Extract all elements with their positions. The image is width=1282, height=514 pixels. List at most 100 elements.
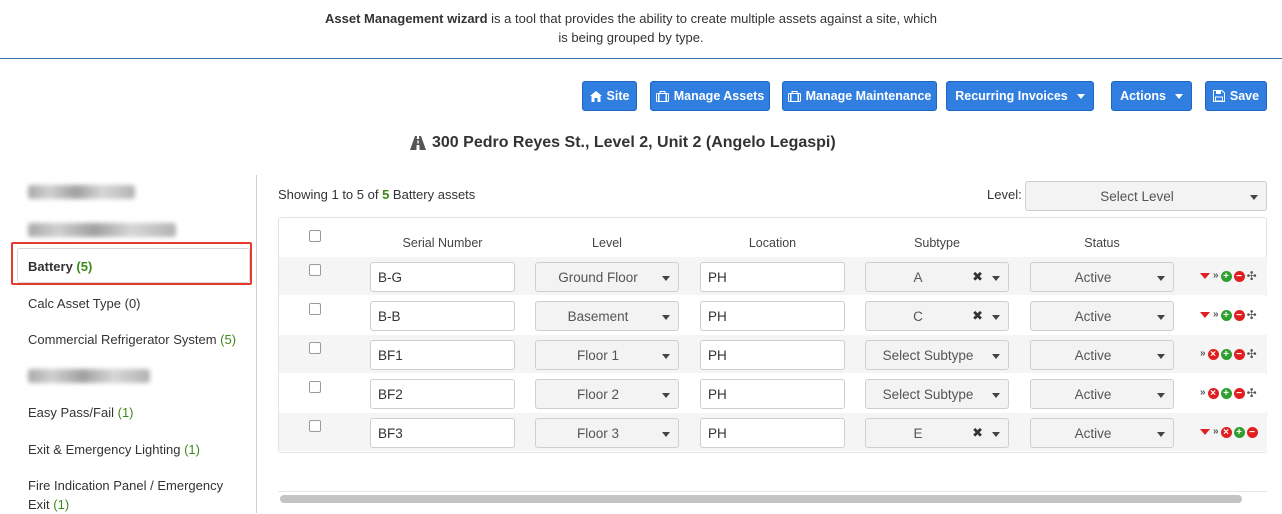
status-select[interactable]: Active [1030, 418, 1174, 448]
row-checkbox[interactable] [309, 342, 321, 354]
header-location: Location [748, 236, 797, 250]
sidebar-item-label: Commercial Refrigerator System [28, 332, 217, 347]
location-input[interactable]: PH [700, 379, 845, 409]
caret-down-icon [662, 315, 670, 320]
actions-dropdown[interactable]: Actions [1111, 81, 1192, 111]
subtype-select[interactable]: C ✖ [865, 301, 1009, 331]
clear-icon[interactable]: ✖ [972, 425, 983, 441]
sidebar-item-label: Fire Indication Panel / Emergency [28, 478, 224, 493]
recurring-invoices-dropdown[interactable]: Recurring Invoices [946, 81, 1094, 111]
level-select[interactable]: Basement [535, 301, 679, 331]
status-value: Active [1074, 425, 1112, 441]
move-down-icon[interactable] [1200, 273, 1210, 279]
caret-down-icon [1174, 93, 1183, 99]
row-checkbox[interactable] [309, 264, 321, 276]
horizontal-scrollbar-thumb[interactable] [280, 495, 1242, 503]
location-input[interactable]: PH [700, 301, 845, 331]
caret-down-icon [1157, 276, 1165, 281]
location-input[interactable]: PH [700, 418, 845, 448]
serial-number-input[interactable]: BF2 [370, 379, 515, 409]
subtype-select[interactable]: A ✖ [865, 262, 1009, 292]
double-chevron-down-icon[interactable]: » [1213, 427, 1219, 437]
subtype-value: A [913, 269, 923, 285]
site-button[interactable]: Site [582, 81, 637, 111]
location-input[interactable]: PH [700, 262, 845, 292]
double-chevron-down-icon[interactable]: » [1200, 349, 1206, 359]
select-all-checkbox[interactable] [309, 230, 321, 242]
drag-handle-icon[interactable]: ✣ [1247, 387, 1257, 399]
sidebar-item-easy-pass-fail[interactable]: Easy Pass/Fail (1) [28, 403, 134, 422]
level-select[interactable]: Floor 1 [535, 340, 679, 370]
row-checkbox[interactable] [309, 303, 321, 315]
remove-icon[interactable]: − [1246, 426, 1258, 438]
sidebar-item-calc-asset-type[interactable]: Calc Asset Type (0) [28, 294, 141, 313]
caret-down-icon [662, 276, 670, 281]
level-select[interactable]: Floor 3 [535, 418, 679, 448]
intro-line1: is a tool that provides the ability to c… [487, 11, 937, 26]
location-input[interactable]: PH [700, 340, 845, 370]
clear-icon[interactable]: ✖ [972, 269, 983, 285]
manage-assets-button[interactable]: Manage Assets [650, 81, 770, 111]
remove-icon[interactable]: − [1233, 387, 1245, 399]
drag-handle-icon[interactable]: ✣ [1247, 309, 1257, 321]
sidebar-item-commercial-refrigerator[interactable]: Commercial Refrigerator System (5) [28, 330, 236, 349]
row-actions: » × + − [1200, 425, 1258, 439]
add-icon[interactable]: + [1220, 387, 1232, 399]
level-select[interactable]: Floor 2 [535, 379, 679, 409]
add-icon[interactable]: + [1220, 270, 1232, 282]
double-chevron-down-icon[interactable]: » [1213, 310, 1219, 320]
level-value: Floor 1 [576, 347, 620, 363]
save-button[interactable]: Save [1205, 81, 1267, 111]
intro-text: Asset Management wizard is a tool that p… [0, 9, 1262, 47]
double-chevron-down-icon[interactable]: » [1200, 388, 1206, 398]
subtype-select[interactable]: E ✖ [865, 418, 1009, 448]
sidebar-item-exit-emergency-lighting[interactable]: Exit & Emergency Lighting (1) [28, 440, 200, 459]
caret-down-icon [1250, 195, 1258, 200]
serial-number-input[interactable]: B-B [370, 301, 515, 331]
serial-number-input[interactable]: BF3 [370, 418, 515, 448]
delete-icon[interactable]: × [1220, 426, 1232, 438]
caret-down-icon [1076, 93, 1085, 99]
site-title-text: 300 Pedro Reyes St., Level 2, Unit 2 (An… [432, 134, 836, 151]
subtype-select[interactable]: Select Subtype [865, 379, 1009, 409]
delete-icon[interactable]: × [1207, 348, 1219, 360]
manage-maintenance-button[interactable]: Manage Maintenance [782, 81, 937, 111]
sidebar-item-count: (5) [76, 259, 93, 274]
move-down-icon[interactable] [1200, 312, 1210, 318]
sidebar-item-count: (5) [220, 332, 237, 347]
row-checkbox[interactable] [309, 381, 321, 393]
serial-number-input[interactable]: BF1 [370, 340, 515, 370]
add-icon[interactable]: + [1220, 309, 1232, 321]
status-select[interactable]: Active [1030, 379, 1174, 409]
status-select[interactable]: Active [1030, 301, 1174, 331]
road-icon [410, 136, 426, 150]
double-chevron-down-icon[interactable]: » [1213, 271, 1219, 281]
actions-label: Actions [1120, 89, 1166, 103]
move-down-icon[interactable] [1200, 429, 1210, 435]
subtype-select[interactable]: Select Subtype [865, 340, 1009, 370]
manage-assets-label: Manage Assets [673, 89, 765, 103]
caret-down-icon [992, 315, 1000, 320]
clear-icon[interactable]: ✖ [972, 308, 983, 324]
level-select[interactable]: Ground Floor [535, 262, 679, 292]
subtype-value: Select Subtype [882, 347, 974, 363]
delete-icon[interactable]: × [1207, 387, 1219, 399]
remove-icon[interactable]: − [1233, 309, 1245, 321]
drag-handle-icon[interactable]: ✣ [1247, 270, 1257, 282]
status-select[interactable]: Active [1030, 340, 1174, 370]
remove-icon[interactable]: − [1233, 270, 1245, 282]
results-summary: Showing 1 to 5 of 5 Battery assets [278, 187, 475, 202]
sidebar-item-battery[interactable]: Battery (5) [28, 257, 92, 276]
remove-icon[interactable]: − [1233, 348, 1245, 360]
level-value: Floor 2 [576, 386, 620, 402]
row-checkbox[interactable] [309, 420, 321, 432]
add-icon[interactable]: + [1220, 348, 1232, 360]
serial-number-input[interactable]: B-G [370, 262, 515, 292]
level-filter-select[interactable]: Select Level [1025, 181, 1267, 211]
header-divider [0, 58, 1282, 59]
sidebar-item-label: Easy Pass/Fail [28, 405, 114, 420]
sidebar-item-fire-indication-panel[interactable]: Fire Indication Panel / Emergency Exit (… [28, 476, 223, 514]
add-icon[interactable]: + [1233, 426, 1245, 438]
drag-handle-icon[interactable]: ✣ [1247, 348, 1257, 360]
status-select[interactable]: Active [1030, 262, 1174, 292]
